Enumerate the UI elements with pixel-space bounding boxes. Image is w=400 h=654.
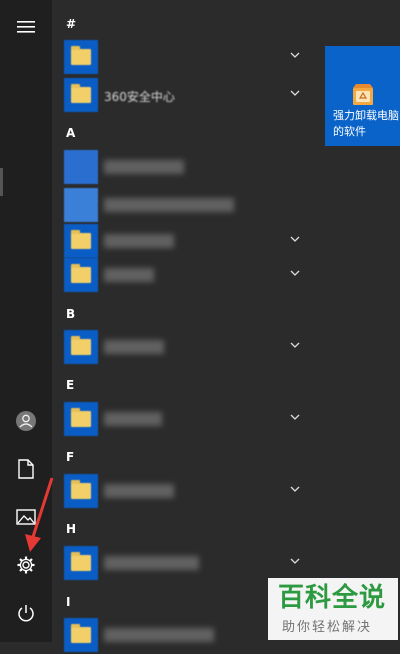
list-item[interactable] — [64, 330, 310, 366]
section-header-i[interactable]: I — [66, 595, 70, 609]
hamburger-menu-button[interactable] — [0, 4, 52, 50]
chevron-down-icon[interactable] — [290, 558, 300, 565]
chevron-down-icon[interactable] — [290, 486, 300, 493]
red-arrow-icon — [25, 477, 54, 552]
section-header-hash[interactable]: # — [66, 17, 76, 31]
watermark-logo: 百科全说 助你轻松解决 — [268, 578, 398, 640]
folder-icon — [64, 330, 98, 364]
folder-icon — [64, 78, 98, 112]
folder-icon — [64, 618, 98, 652]
section-header-e[interactable]: E — [66, 378, 74, 392]
app-name-blurred — [104, 234, 174, 248]
app-name: 360安全中心 — [104, 90, 175, 104]
rail-edge-indicator — [0, 168, 3, 196]
folder-icon — [64, 224, 98, 258]
folder-icon — [64, 546, 98, 580]
chevron-down-icon[interactable] — [290, 90, 300, 97]
app-name-blurred — [104, 268, 154, 282]
folder-icon — [64, 40, 98, 74]
list-item[interactable] — [64, 402, 310, 438]
section-header-b[interactable]: B — [66, 307, 75, 321]
app-icon — [64, 150, 98, 184]
section-header-f[interactable]: F — [66, 450, 74, 464]
chevron-down-icon[interactable] — [290, 236, 300, 243]
chevron-down-icon[interactable] — [290, 414, 300, 421]
list-item[interactable]: 360安全中心 — [64, 78, 310, 114]
list-item[interactable] — [64, 40, 310, 76]
power-icon — [18, 605, 34, 622]
settings-gear-icon — [17, 556, 35, 574]
list-item[interactable] — [64, 474, 310, 510]
hamburger-menu-icon — [17, 21, 35, 33]
section-header-a[interactable]: A — [66, 126, 75, 140]
list-item[interactable] — [64, 188, 310, 224]
app-name-blurred — [104, 412, 162, 426]
app-name-blurred — [104, 556, 199, 570]
list-item[interactable] — [64, 224, 310, 260]
tile-label: 强力卸载电脑的软件 — [333, 109, 399, 138]
recycle-box-icon — [353, 84, 373, 105]
power-button[interactable] — [0, 590, 52, 636]
watermark-title: 百科全说 — [278, 583, 387, 613]
app-name-blurred — [104, 160, 184, 174]
section-header-h[interactable]: H — [66, 522, 76, 536]
app-name-blurred — [104, 340, 164, 354]
chevron-down-icon[interactable] — [290, 52, 300, 59]
user-account-button[interactable] — [0, 398, 52, 444]
app-name-blurred — [104, 628, 214, 642]
app-name-blurred — [104, 198, 234, 212]
folder-icon — [64, 402, 98, 436]
app-name-blurred — [104, 484, 174, 498]
folder-icon — [64, 474, 98, 508]
chevron-down-icon[interactable] — [290, 342, 300, 349]
user-avatar-icon — [16, 411, 36, 431]
folder-icon — [64, 258, 98, 292]
app-list: # 360安全中心 A B E F H I — [52, 0, 314, 652]
list-item[interactable] — [64, 546, 310, 582]
chevron-down-icon[interactable] — [290, 270, 300, 277]
watermark-subtitle: 助你轻松解决 — [282, 620, 373, 635]
app-icon — [64, 188, 98, 222]
list-item[interactable] — [64, 258, 310, 294]
list-item[interactable] — [64, 150, 310, 186]
pinned-tile-uninstall[interactable]: 强力卸载电脑的软件 — [325, 46, 400, 146]
